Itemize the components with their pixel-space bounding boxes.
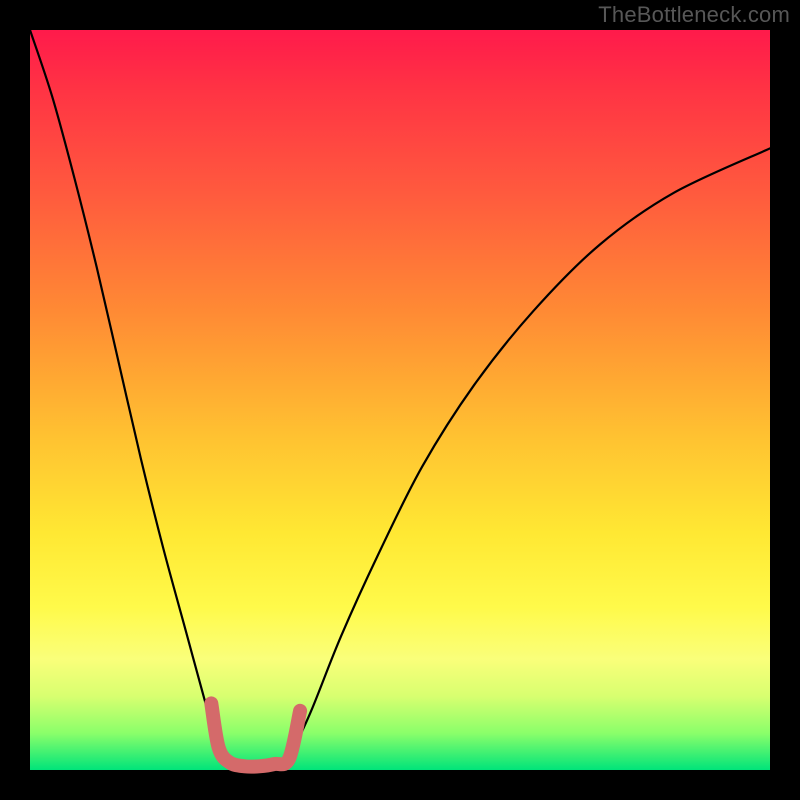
bottleneck-curve-path — [30, 30, 770, 767]
curve-layer — [30, 30, 770, 770]
attribution-text: TheBottleneck.com — [598, 4, 790, 26]
plot-area — [30, 30, 770, 770]
valley-floor-highlight-path — [211, 703, 300, 766]
chart-stage: TheBottleneck.com — [0, 0, 800, 800]
